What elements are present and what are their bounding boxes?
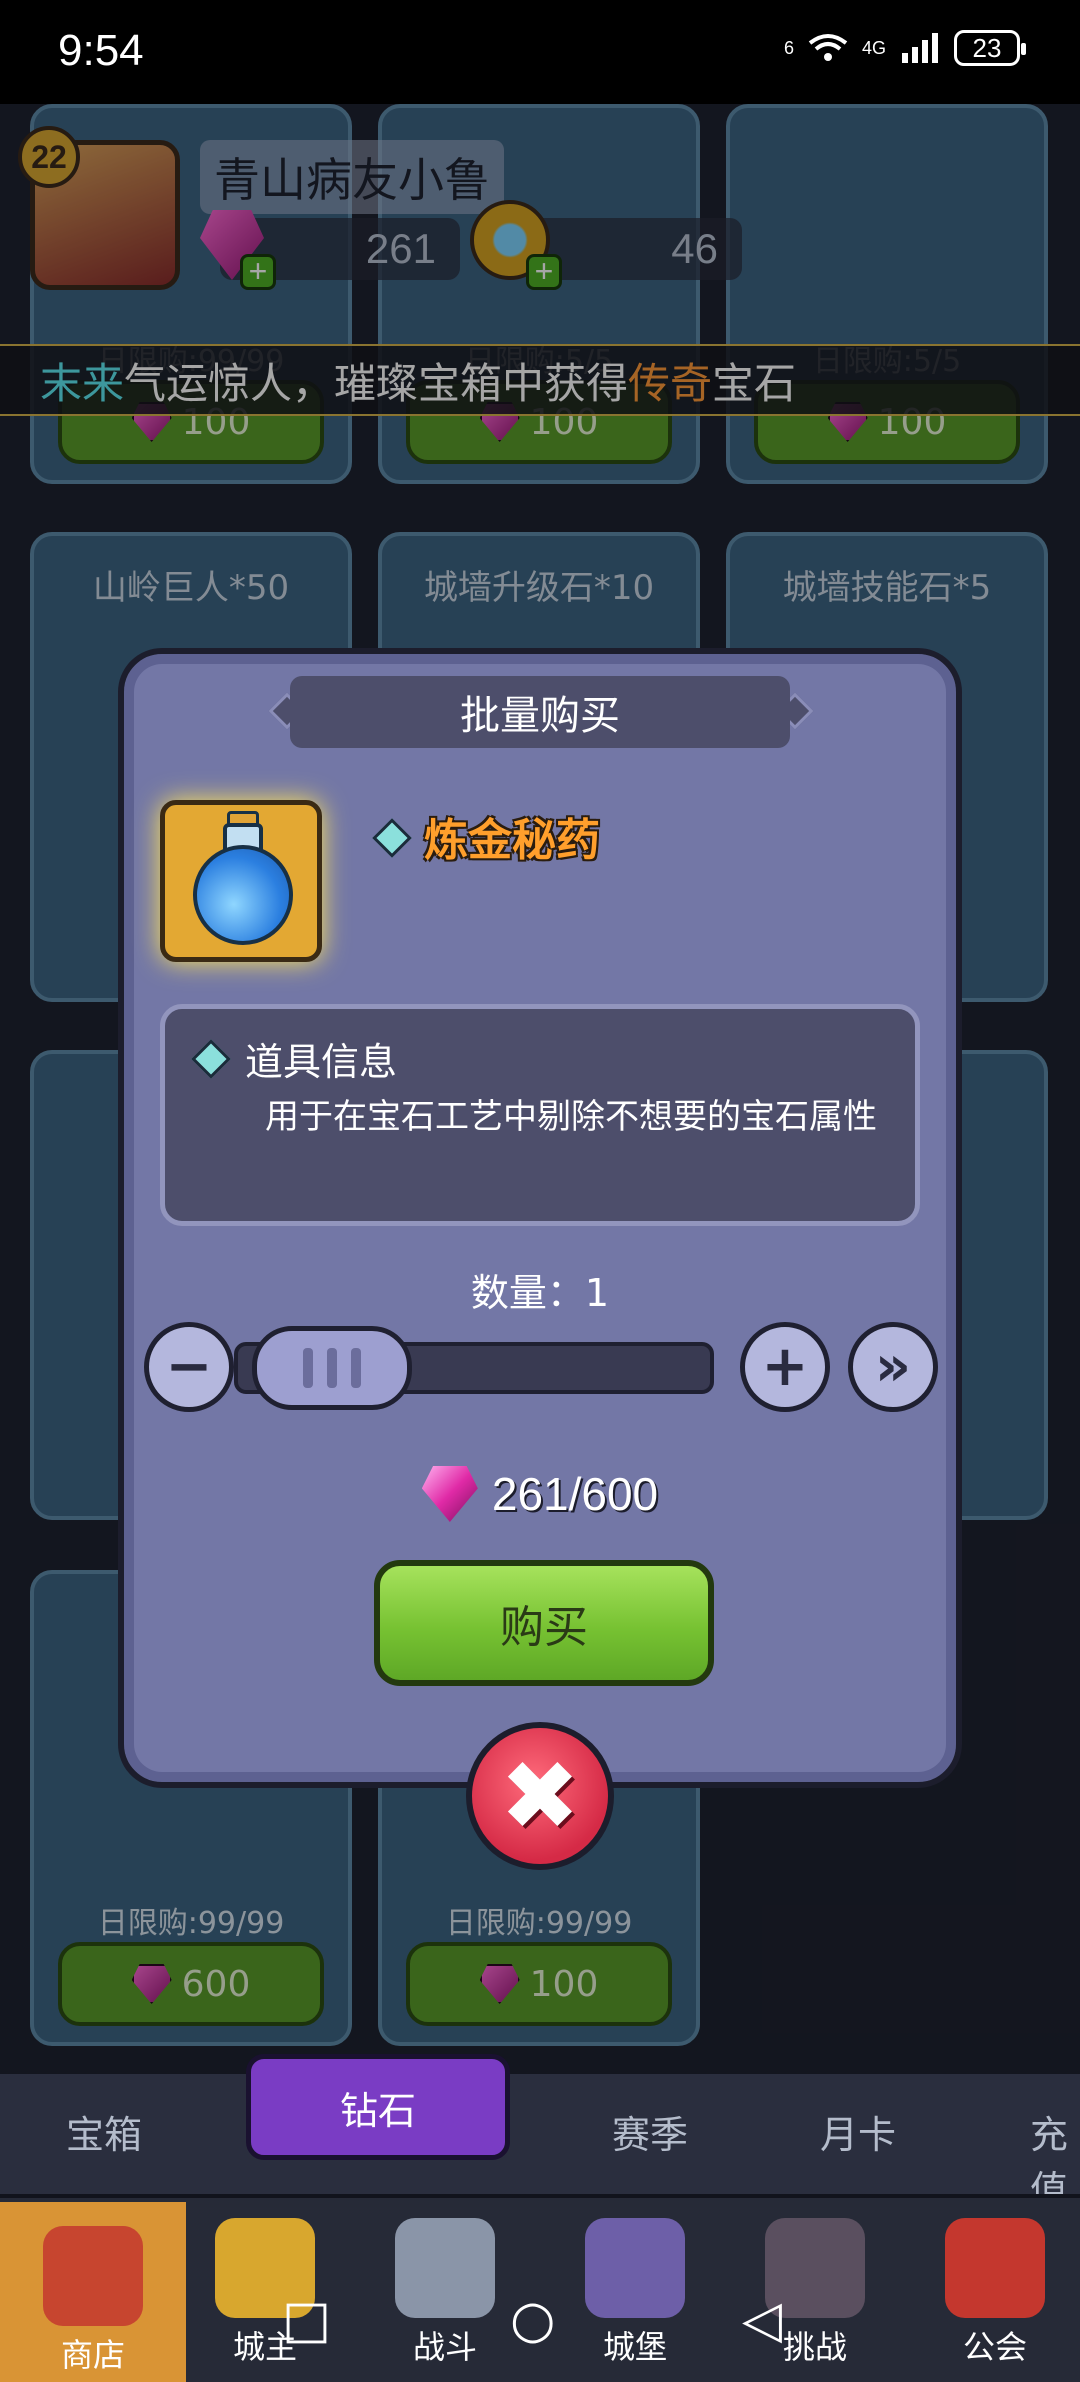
castle-icon bbox=[585, 2218, 685, 2318]
nav-guild[interactable]: 公会 bbox=[910, 2208, 1080, 2378]
grip-line bbox=[351, 1348, 361, 1388]
nav-shop[interactable]: 商店 bbox=[0, 2202, 186, 2382]
dialog-title: 批量购买 bbox=[290, 676, 790, 748]
tab-monthly-card[interactable]: 月卡 bbox=[820, 2104, 896, 2159]
info-description: 用于在宝石工艺中剔除不想要的宝石属性 bbox=[265, 1097, 877, 1137]
quantity-slider-thumb[interactable] bbox=[252, 1326, 412, 1410]
banner-icon bbox=[945, 2218, 1045, 2318]
quantity-label: 数量：1 bbox=[470, 1271, 610, 1315]
wifi-icon bbox=[808, 34, 848, 61]
price-row: 261/600 bbox=[124, 1466, 956, 1522]
tab-diamond[interactable]: 钻石 bbox=[246, 2054, 510, 2160]
item-name: 炼金秘药 bbox=[424, 815, 600, 866]
recent-apps-icon[interactable]: □ bbox=[282, 2290, 331, 2350]
bottom-nav: 商店 城主 战斗 城堡 挑战 公会 bbox=[0, 2194, 1080, 2382]
nav-battle[interactable]: 战斗 bbox=[360, 2208, 530, 2378]
potion-icon bbox=[160, 800, 322, 962]
battery-indicator: 23 bbox=[954, 30, 1026, 66]
gem-icon bbox=[421, 1466, 478, 1522]
tab-season[interactable]: 赛季 bbox=[612, 2104, 688, 2159]
cell-signal-icon bbox=[902, 33, 938, 63]
network-type: 4G bbox=[861, 37, 886, 58]
grip-line bbox=[327, 1348, 337, 1388]
status-time: 9:54 bbox=[58, 26, 144, 75]
nav-label: 商店 bbox=[60, 2336, 125, 2374]
diamond-bullet-icon bbox=[191, 1039, 231, 1079]
price-text: 261/600 bbox=[491, 1468, 659, 1520]
shop-tabs: 宝箱 赛季 月卡 充值 bbox=[0, 2074, 1080, 2212]
swords-icon bbox=[395, 2218, 495, 2318]
signal-strength: 6 bbox=[783, 37, 794, 58]
increase-button[interactable]: + bbox=[740, 1322, 830, 1412]
batch-buy-dialog: 批量购买 炼金秘药 道具信息 用于在宝石工艺中剔除不想要的宝石属性 数量：1 −… bbox=[118, 648, 962, 1788]
nav-label: 战斗 bbox=[412, 2328, 477, 2366]
nav-label: 城堡 bbox=[602, 2328, 667, 2366]
shop-icon bbox=[43, 2226, 143, 2326]
close-button[interactable]: ✖ bbox=[466, 1722, 614, 1870]
nav-label: 挑战 bbox=[782, 2328, 847, 2366]
info-title: 道具信息 bbox=[245, 1040, 398, 1084]
buy-button[interactable]: 购买 bbox=[374, 1560, 714, 1686]
item-info-box: 道具信息 用于在宝石工艺中剔除不想要的宝石属性 bbox=[160, 1004, 920, 1226]
potion-body bbox=[193, 845, 293, 945]
decrease-button[interactable]: − bbox=[144, 1322, 234, 1412]
status-icons: 6 4G 23 bbox=[783, 30, 1026, 66]
back-icon[interactable]: ◁ bbox=[742, 2290, 782, 2350]
status-bar: 9:54 6 4G 23 bbox=[0, 0, 1080, 104]
max-quantity-button[interactable]: » bbox=[848, 1322, 938, 1412]
close-icon: ✖ bbox=[499, 1740, 581, 1852]
grip-line bbox=[303, 1348, 313, 1388]
diamond-bullet-icon bbox=[372, 818, 412, 858]
tab-chest[interactable]: 宝箱 bbox=[66, 2104, 142, 2159]
nav-castle[interactable]: 城堡 bbox=[550, 2208, 720, 2378]
home-icon[interactable]: ○ bbox=[510, 2290, 555, 2350]
nav-label: 公会 bbox=[962, 2328, 1027, 2366]
